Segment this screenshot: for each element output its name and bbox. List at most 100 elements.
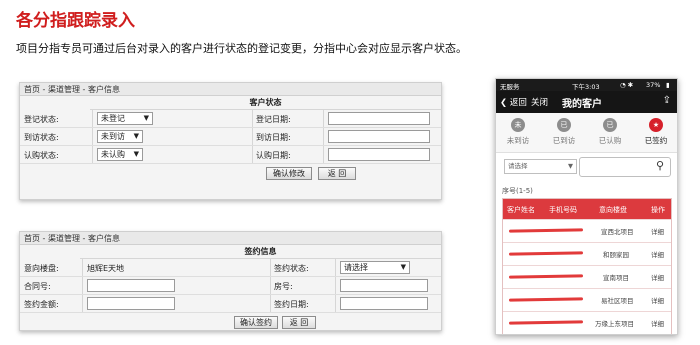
visit-status-select[interactable]: 未到访 ▼: [97, 130, 143, 143]
tab-icon: 未: [511, 118, 525, 132]
field-label: 签约日期:: [274, 300, 309, 309]
carrier-text: 无服务: [500, 83, 520, 91]
column-header: 操作: [651, 206, 665, 214]
search-input[interactable]: ⚲: [579, 157, 671, 177]
subscribe-status-select[interactable]: 未认购 ▼: [97, 148, 143, 161]
detail-link[interactable]: 详细: [651, 249, 664, 259]
form-row-project: 意向楼盘: 旭辉E天地 签约状态: 请选择 ▼: [20, 259, 441, 277]
share-icon[interactable]: ⇪: [663, 95, 671, 106]
field-label: 到访日期:: [256, 133, 291, 142]
tab-visited[interactable]: 已已到访: [544, 118, 584, 146]
chevron-down-icon: ▼: [133, 132, 139, 140]
field-label: 认购状态:: [24, 151, 59, 160]
form-row-amount: 签约金额: 签约日期:: [20, 295, 441, 313]
back-button[interactable]: 返 回: [318, 167, 356, 180]
section-title: 签约信息: [80, 245, 441, 259]
filter-select[interactable]: 请选择 ▼: [504, 159, 577, 174]
tab-signed[interactable]: ★ 已签约: [636, 118, 676, 146]
confirm-sign-button[interactable]: 确认签约: [234, 316, 278, 329]
project-cell: 宣西北项目: [601, 228, 634, 236]
status-bar: 无服务 下午3:03 ◔ ✱ 37% ▮: [496, 79, 677, 91]
redacted-contact: [508, 228, 584, 233]
tab-icon: 已: [557, 118, 571, 132]
redacted-contact: [508, 297, 584, 302]
phone-screen: 无服务 下午3:03 ◔ ✱ 37% ▮ ❮ 返回 关闭 我的客户 ⇪ 未未到访…: [495, 78, 678, 335]
sign-status-select[interactable]: 请选择 ▼: [340, 261, 410, 274]
search-icon: ⚲: [655, 159, 664, 172]
field-label: 意向楼盘:: [24, 264, 59, 273]
detail-link[interactable]: 详细: [651, 295, 664, 305]
sequence-label: 序号(1-5): [502, 187, 533, 195]
field-label: 登记状态:: [24, 115, 59, 124]
battery-icon: ▮: [666, 81, 670, 89]
form-row-subscribe: 认购状态: 未认购 ▼ 认购日期:: [20, 146, 441, 164]
project-cell: 万缘上东项目: [595, 320, 634, 328]
project-cell: 宣南项目: [603, 274, 629, 282]
back-button[interactable]: 返 回: [282, 316, 316, 329]
form-row-visit: 到访状态: 未到访 ▼ 到访日期:: [20, 128, 441, 146]
close-link[interactable]: 关闭: [531, 96, 548, 108]
project-value: 旭辉E天地: [87, 264, 125, 273]
chevron-down-icon: ▼: [143, 114, 149, 122]
column-header: 意向楼盘: [599, 206, 627, 214]
customer-table: 客户姓名 手机号码 意向楼盘 操作 宣西北项目 详细 和颐家园 详细 宣南项目 详细 …: [502, 198, 672, 334]
sign-date-input[interactable]: [340, 297, 428, 310]
field-label: 认购日期:: [256, 151, 291, 160]
project-cell: 易社区项目: [601, 297, 634, 305]
alarm-icon: ◔ ✱: [620, 81, 634, 89]
tab-icon: 已: [603, 118, 617, 132]
subscribe-date-input[interactable]: [328, 148, 430, 161]
page-heading: 各分指跟踪录入: [16, 11, 135, 31]
table-row[interactable]: 和颐家园 详细: [503, 242, 671, 265]
form-row-register: 登记状态: 未登记 ▼ 登记日期:: [20, 110, 441, 128]
breadcrumb: 首页 - 渠道管理 - 客户信息: [20, 232, 441, 245]
tab-subscribed[interactable]: 已已认购: [590, 118, 630, 146]
table-header: 客户姓名 手机号码 意向楼盘 操作: [503, 199, 671, 219]
button-row: 确认签约 返 回: [20, 313, 441, 331]
detail-link[interactable]: 详细: [651, 226, 664, 236]
form-row-contract: 合同号: 房号:: [20, 277, 441, 295]
button-row: 确认修改 返 回: [20, 164, 441, 182]
field-label: 签约状态:: [274, 264, 309, 273]
star-icon: ★: [649, 118, 663, 132]
column-header: 客户姓名: [507, 206, 535, 214]
back-link[interactable]: ❮ 返回: [500, 96, 527, 108]
customer-status-panel: 首页 - 渠道管理 - 客户信息 客户状态 登记状态: 未登记 ▼ 登记日期: 到…: [19, 82, 442, 200]
table-row[interactable]: 万缘上东项目 详细: [503, 311, 671, 334]
confirm-modify-button[interactable]: 确认修改: [266, 167, 312, 180]
battery-level: 37%: [646, 81, 661, 89]
table-row[interactable]: 宣西北项目 详细: [503, 219, 671, 242]
breadcrumb: 首页 - 渠道管理 - 客户信息: [20, 83, 441, 96]
page-subtitle: 项目分指专员可通过后台对录入的客户进行状态的登记变更，分指中心会对应显示客户状态…: [16, 42, 467, 55]
detail-link[interactable]: 详细: [651, 318, 664, 328]
nav-bar: ❮ 返回 关闭 我的客户 ⇪: [496, 91, 677, 113]
signing-info-panel: 首页 - 渠道管理 - 客户信息 签约信息 意向楼盘: 旭辉E天地 签约状态: …: [19, 231, 442, 331]
status-time: 下午3:03: [572, 83, 600, 91]
field-label: 房号:: [274, 282, 293, 291]
page: 各分指跟踪录入 项目分指专员可通过后台对录入的客户进行状态的登记变更，分指中心会…: [0, 0, 700, 345]
redacted-contact: [508, 320, 584, 325]
tab-not-visited[interactable]: 未未到访: [498, 118, 538, 146]
field-label: 签约金额:: [24, 300, 59, 309]
chevron-down-icon: ▼: [568, 162, 573, 170]
room-number-input[interactable]: [340, 279, 428, 292]
detail-link[interactable]: 详细: [651, 272, 664, 282]
field-label: 到访状态:: [24, 133, 59, 142]
field-label: 合同号:: [24, 282, 51, 291]
register-status-select[interactable]: 未登记 ▼: [97, 112, 153, 125]
table-row[interactable]: 易社区项目 详细: [503, 288, 671, 311]
table-row[interactable]: 宣南项目 详细: [503, 265, 671, 288]
column-header: 手机号码: [549, 206, 577, 214]
contract-number-input[interactable]: [87, 279, 175, 292]
chevron-down-icon: ▼: [133, 150, 139, 158]
redacted-contact: [508, 274, 584, 279]
section-title: 客户状态: [90, 96, 441, 110]
field-label: 登记日期:: [256, 115, 291, 124]
sign-amount-input[interactable]: [87, 297, 175, 310]
visit-date-input[interactable]: [328, 130, 430, 143]
project-cell: 和颐家园: [603, 251, 629, 259]
status-tabs: 未未到访 已已到访 已已认购 ★ 已签约: [496, 113, 677, 153]
register-date-input[interactable]: [328, 112, 430, 125]
redacted-contact: [508, 251, 584, 256]
nav-title: 我的客户: [562, 99, 602, 110]
